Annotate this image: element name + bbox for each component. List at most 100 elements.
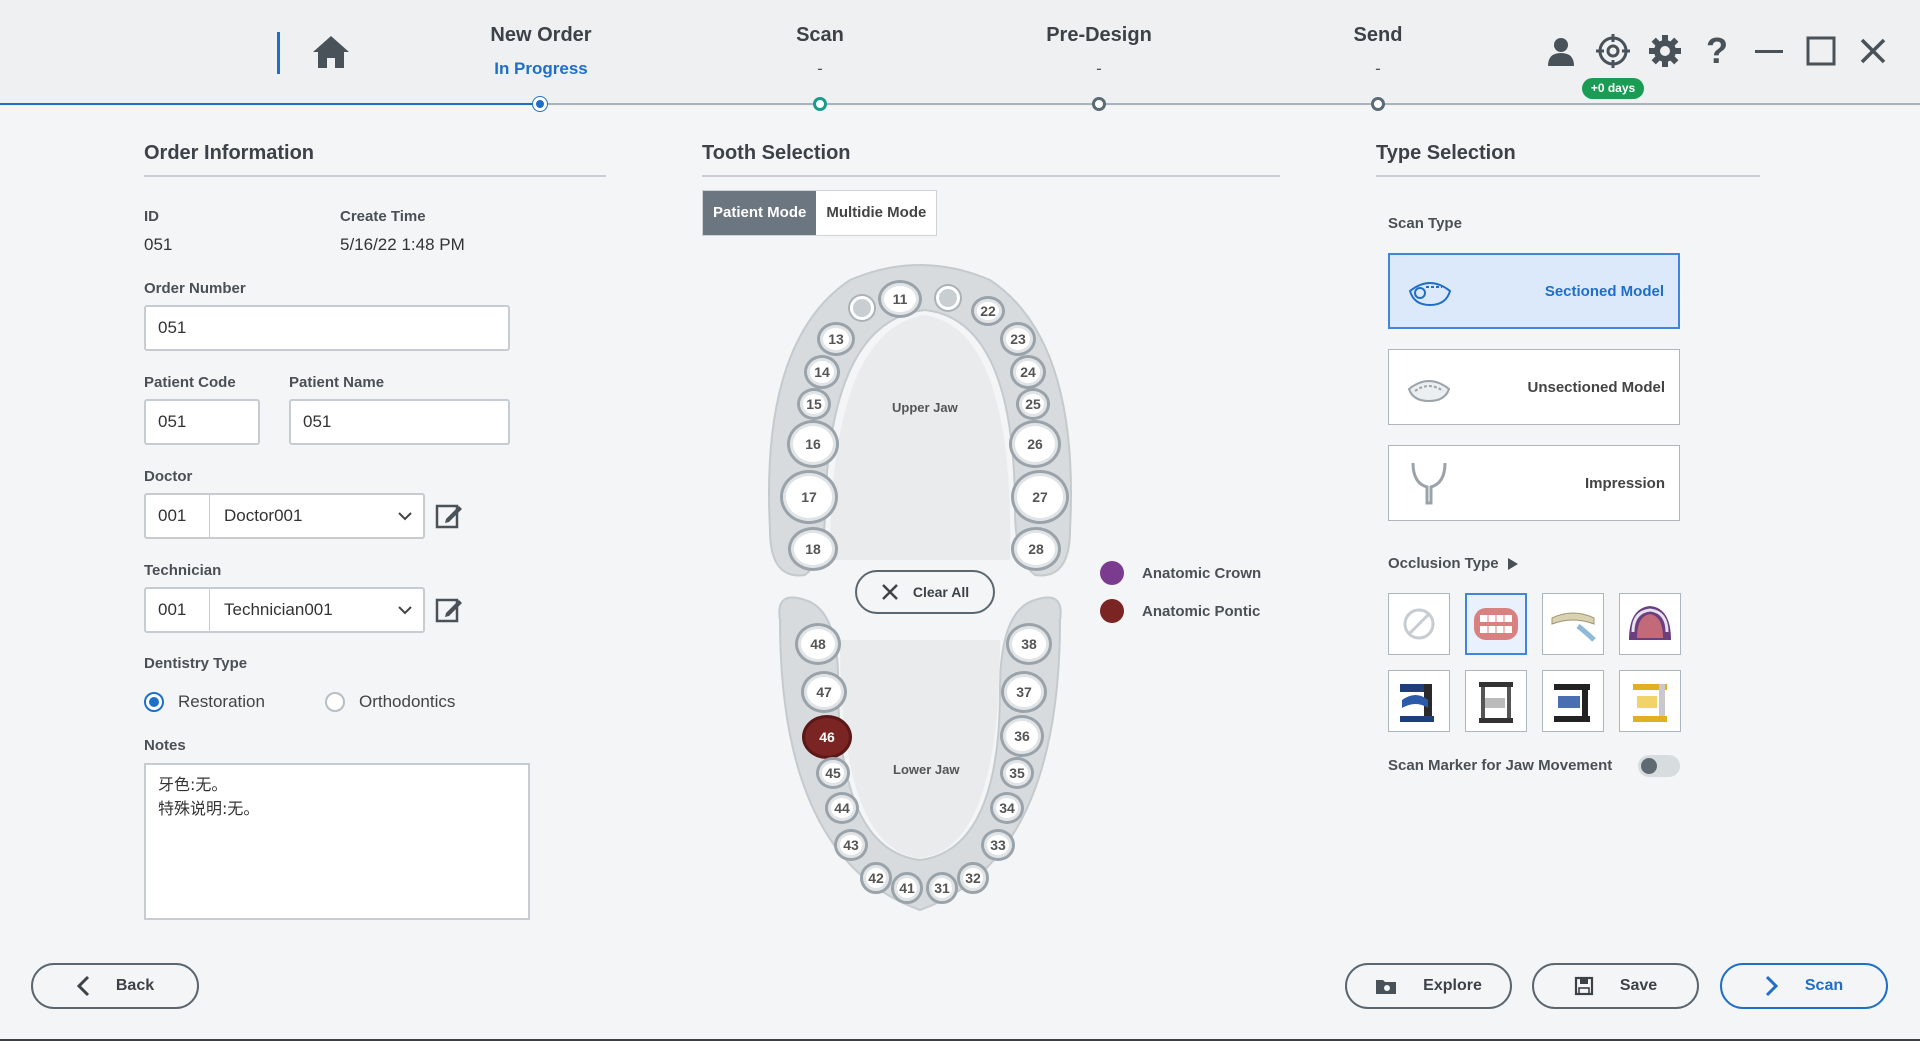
tooth-27[interactable]: 27 bbox=[1011, 470, 1069, 524]
step-title: Send bbox=[1353, 24, 1403, 46]
notes-textarea[interactable]: 牙色:无。 特殊说明:无。 bbox=[144, 763, 530, 920]
occlusion-bite[interactable] bbox=[1465, 593, 1527, 655]
help-icon[interactable]: ? bbox=[1699, 30, 1735, 71]
save-button[interactable]: Save bbox=[1532, 963, 1699, 1009]
unsectioned-model-icon bbox=[1407, 380, 1451, 403]
close-icon[interactable] bbox=[1855, 33, 1891, 69]
articulator-icon bbox=[1554, 684, 1590, 722]
patient-name-input[interactable]: 051 bbox=[289, 399, 510, 445]
tooth-16[interactable]: 16 bbox=[787, 420, 839, 468]
chevron-down-icon bbox=[387, 506, 423, 526]
occlusion-type-toggle[interactable]: Occlusion Type bbox=[1388, 555, 1519, 572]
marker-dot bbox=[850, 296, 874, 320]
tooth-26[interactable]: 26 bbox=[1009, 420, 1061, 468]
folder-search-icon bbox=[1375, 977, 1397, 995]
tooth-22[interactable]: 22 bbox=[971, 296, 1005, 326]
edit-technician-icon[interactable] bbox=[435, 596, 463, 624]
user-icon[interactable] bbox=[1543, 33, 1579, 69]
occlusion-none[interactable] bbox=[1388, 593, 1450, 655]
scan-type-impression[interactable]: Impression bbox=[1388, 445, 1680, 521]
scan-button[interactable]: Scan bbox=[1720, 963, 1888, 1009]
tooth-23[interactable]: 23 bbox=[1000, 322, 1036, 356]
edit-doctor-icon[interactable] bbox=[435, 502, 463, 530]
step-dot-scan bbox=[813, 97, 827, 111]
technician-label: Technician bbox=[144, 562, 222, 579]
top-header: New Order In Progress Scan - Pre-Design … bbox=[0, 0, 1920, 106]
tooth-41[interactable]: 41 bbox=[891, 872, 923, 904]
tooth-38[interactable]: 38 bbox=[1006, 623, 1052, 665]
notes-line: 牙色:无。 bbox=[158, 775, 228, 794]
order-number-input[interactable]: 051 bbox=[144, 305, 510, 351]
tooth-45[interactable]: 45 bbox=[816, 757, 850, 789]
tooth-24[interactable]: 24 bbox=[1010, 355, 1046, 389]
step-status: - bbox=[1375, 59, 1381, 78]
crosshair-icon[interactable] bbox=[1595, 33, 1631, 69]
tooth-43[interactable]: 43 bbox=[834, 829, 868, 861]
technician-select[interactable]: 001 Technician001 bbox=[144, 587, 425, 633]
section-divider bbox=[1376, 175, 1760, 177]
tooth-44[interactable]: 44 bbox=[825, 792, 859, 824]
tooth-42[interactable]: 42 bbox=[860, 862, 892, 894]
tooth-33[interactable]: 33 bbox=[981, 829, 1015, 861]
back-button[interactable]: Back bbox=[31, 963, 199, 1009]
tooth-13[interactable]: 13 bbox=[817, 322, 855, 356]
tab-patient-mode[interactable]: Patient Mode bbox=[703, 191, 817, 235]
radio-restoration[interactable]: Restoration bbox=[144, 692, 265, 712]
tooth-48[interactable]: 48 bbox=[795, 623, 841, 665]
minimize-icon[interactable] bbox=[1751, 33, 1787, 69]
back-label: Back bbox=[115, 977, 155, 994]
tooth-35[interactable]: 35 bbox=[1000, 757, 1034, 789]
scan-type-unsectioned-model[interactable]: Unsectioned Model bbox=[1388, 349, 1680, 425]
tab-multidie-mode[interactable]: Multidie Mode bbox=[816, 191, 936, 235]
jaw-marker-toggle[interactable] bbox=[1638, 755, 1680, 777]
tooth-31[interactable]: 31 bbox=[926, 872, 958, 904]
step-status: - bbox=[1096, 59, 1102, 78]
tooth-25[interactable]: 25 bbox=[1016, 388, 1050, 420]
radio-label: Restoration bbox=[178, 692, 265, 711]
clear-all-button[interactable]: Clear All bbox=[855, 570, 995, 614]
tooth-34[interactable]: 34 bbox=[990, 792, 1024, 824]
step-dot-new-order bbox=[533, 97, 547, 111]
no-occlusion-icon bbox=[1403, 608, 1435, 640]
scan-type-sectioned-model[interactable]: Sectioned Model bbox=[1388, 253, 1680, 329]
tooth-28[interactable]: 28 bbox=[1011, 527, 1061, 571]
tooth-36[interactable]: 36 bbox=[1000, 715, 1044, 757]
articulator-1[interactable] bbox=[1388, 670, 1450, 732]
radio-dot bbox=[144, 692, 164, 712]
crown-swatch bbox=[1100, 561, 1124, 585]
home-icon[interactable] bbox=[309, 30, 353, 74]
radio-orthodontics[interactable]: Orthodontics bbox=[325, 692, 455, 712]
tooth-37[interactable]: 37 bbox=[1001, 671, 1047, 713]
tooth-18[interactable]: 18 bbox=[788, 527, 838, 571]
maximize-icon[interactable] bbox=[1803, 33, 1839, 69]
step-status: In Progress bbox=[494, 59, 588, 78]
notes-label: Notes bbox=[144, 737, 186, 754]
occlusion-bite-tray[interactable] bbox=[1542, 593, 1604, 655]
patient-code-label: Patient Code bbox=[144, 374, 236, 391]
tooth-15[interactable]: 15 bbox=[797, 388, 831, 420]
doctor-select[interactable]: 001 Doctor001 bbox=[144, 493, 425, 539]
tooth-32[interactable]: 32 bbox=[957, 862, 989, 894]
order-info-title: Order Information bbox=[144, 142, 315, 164]
notes-line: 特殊说明:无。 bbox=[158, 799, 260, 818]
chevron-right-icon bbox=[1765, 975, 1779, 997]
articulator-2[interactable] bbox=[1465, 670, 1527, 732]
articulator-3[interactable] bbox=[1542, 670, 1604, 732]
occlusion-model[interactable] bbox=[1619, 593, 1681, 655]
gear-icon[interactable] bbox=[1647, 33, 1683, 69]
days-badge: +0 days bbox=[1582, 78, 1644, 99]
tooth-17[interactable]: 17 bbox=[780, 470, 838, 524]
jaw-marker-label: Scan Marker for Jaw Movement bbox=[1388, 757, 1613, 774]
articulator-4[interactable] bbox=[1619, 670, 1681, 732]
explore-button[interactable]: Explore bbox=[1345, 963, 1512, 1009]
tooth-11[interactable]: 11 bbox=[878, 280, 922, 318]
tooth-47[interactable]: 47 bbox=[801, 671, 847, 713]
create-time-value: 5/16/22 1:48 PM bbox=[340, 235, 465, 254]
order-number-label: Order Number bbox=[144, 280, 246, 297]
tooth-14[interactable]: 14 bbox=[804, 355, 840, 389]
legend-label: Anatomic Pontic bbox=[1142, 602, 1261, 620]
patient-code-input[interactable]: 051 bbox=[144, 399, 260, 445]
step-title: Scan bbox=[796, 24, 844, 46]
radio-label: Orthodontics bbox=[359, 692, 456, 711]
tooth-46[interactable]: 46 bbox=[802, 715, 852, 759]
